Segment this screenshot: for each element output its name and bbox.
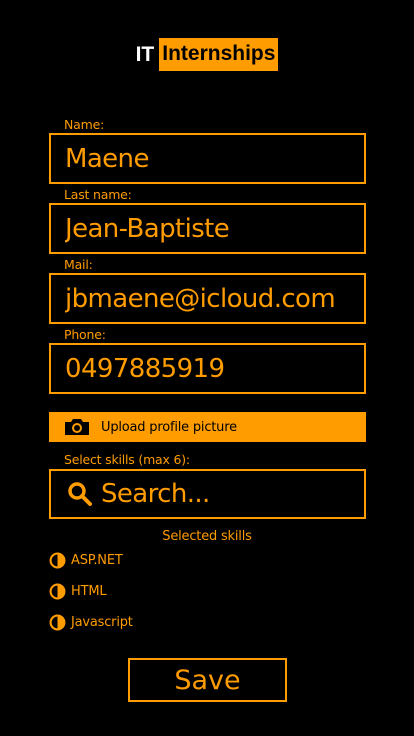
skill-item[interactable]: Javascript xyxy=(49,614,133,631)
lastname-label: Last name: xyxy=(64,187,132,202)
mail-label: Mail: xyxy=(64,257,93,272)
skill-item[interactable]: ASP.NET xyxy=(49,552,123,569)
logo-prefix: IT xyxy=(135,42,155,66)
skill-search[interactable] xyxy=(49,469,366,519)
upload-label: Upload profile picture xyxy=(101,419,237,435)
half-circle-icon xyxy=(49,552,66,569)
skill-item[interactable]: HTML xyxy=(49,583,107,600)
skill-label: ASP.NET xyxy=(71,553,123,568)
skill-label: Javascript xyxy=(71,615,133,630)
camera-icon xyxy=(65,419,89,435)
phone-field[interactable] xyxy=(49,343,366,394)
search-icon xyxy=(68,482,92,506)
half-circle-icon xyxy=(49,614,66,631)
phone-label: Phone: xyxy=(64,327,106,342)
skill-label: HTML xyxy=(71,584,107,599)
selected-skills-title: Selected skills xyxy=(162,529,252,544)
lastname-field[interactable] xyxy=(49,203,366,254)
mail-field[interactable] xyxy=(49,273,366,324)
app-logo: IT Internships xyxy=(0,38,414,71)
half-circle-icon xyxy=(49,583,66,600)
save-button[interactable]: Save xyxy=(128,658,287,702)
skills-label: Select skills (max 6): xyxy=(64,452,190,467)
name-field[interactable] xyxy=(49,133,366,184)
skill-search-input[interactable] xyxy=(101,479,341,509)
logo-highlight: Internships xyxy=(159,38,279,71)
name-label: Name: xyxy=(64,117,105,132)
upload-picture-button[interactable]: Upload profile picture xyxy=(49,412,366,442)
